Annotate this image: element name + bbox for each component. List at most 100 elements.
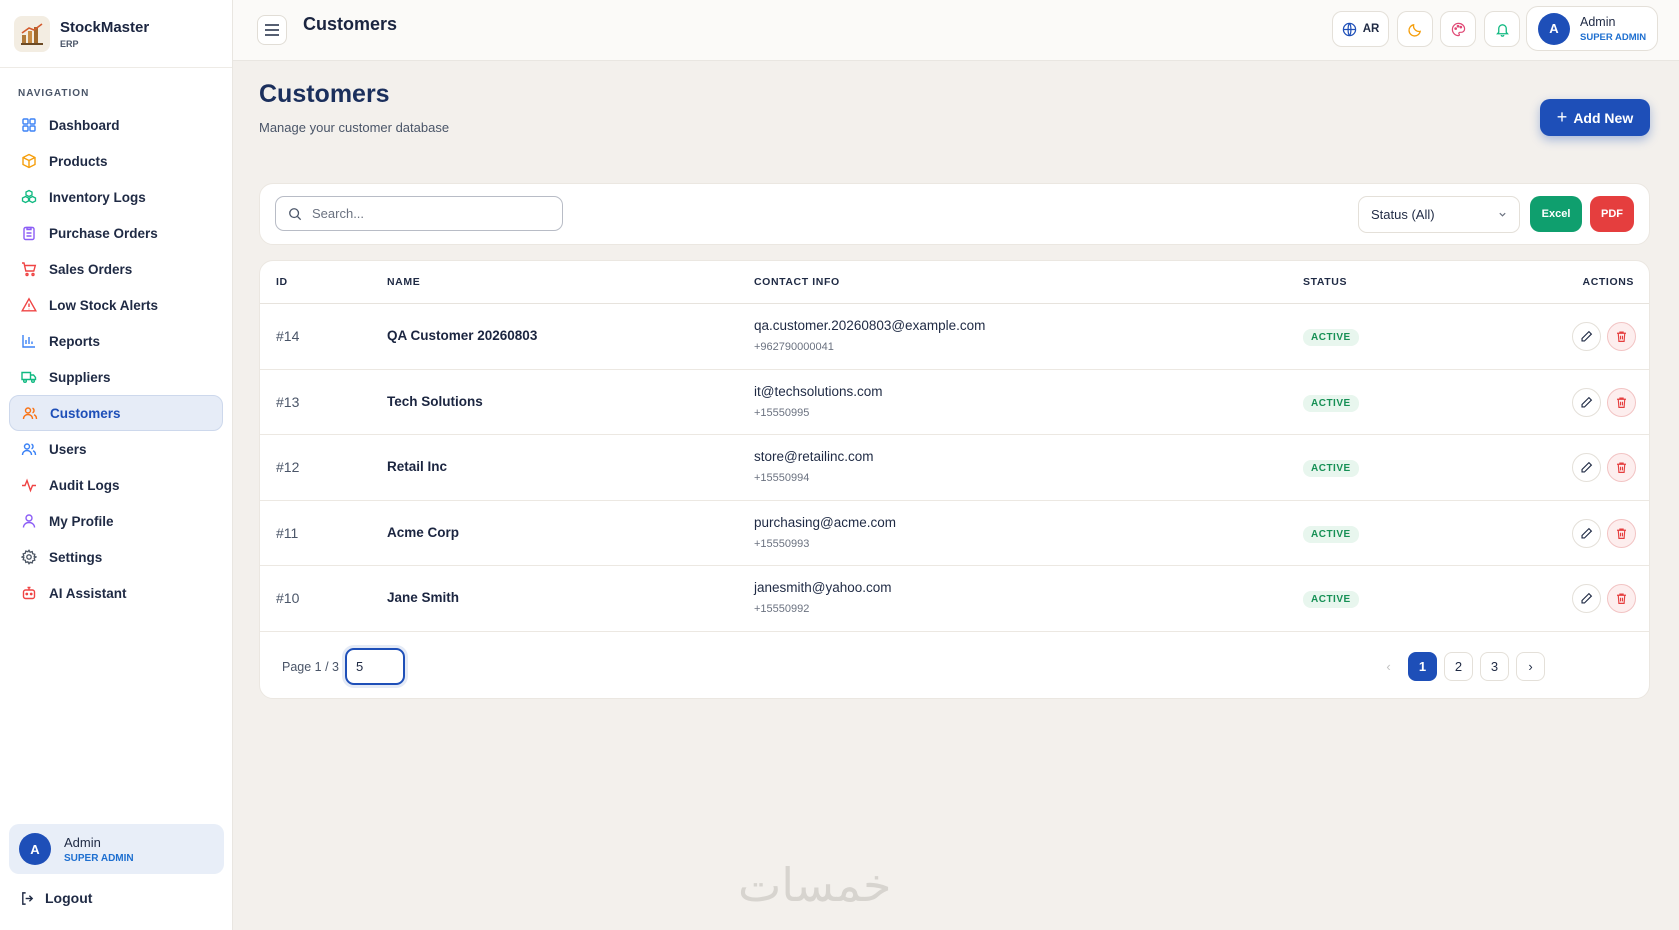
customer-id: #11 <box>276 524 299 541</box>
sidebar-item-purchase-orders[interactable]: Purchase Orders <box>9 215 223 251</box>
edit-button[interactable] <box>1572 322 1601 351</box>
language-button[interactable]: AR <box>1332 11 1389 47</box>
cart-icon <box>21 261 37 277</box>
sidebar-item-label: Users <box>49 441 87 457</box>
notifications-button[interactable] <box>1484 11 1520 47</box>
sidebar-item-products[interactable]: Products <box>9 143 223 179</box>
status-filter-select[interactable]: Status (All) <box>1358 196 1520 233</box>
table-header: ID NAME CONTACT INFO STATUS ACTIONS <box>260 261 1649 304</box>
customer-email: janesmith@yahoo.com <box>754 580 892 595</box>
edit-button[interactable] <box>1572 453 1601 482</box>
page-info: Page 1 / 3 <box>282 660 339 674</box>
search-input[interactable] <box>312 206 542 221</box>
delete-button[interactable] <box>1607 322 1636 351</box>
customer-phone: +15550994 <box>754 472 810 484</box>
customer-email: purchasing@acme.com <box>754 514 897 530</box>
customer-phone: +15550992 <box>754 603 810 615</box>
sidebar-item-label: Settings <box>49 549 103 565</box>
customer-name: Acme Corp <box>387 524 460 540</box>
sidebar-item-label: My Profile <box>49 513 114 529</box>
per-page-input[interactable]: 5 <box>345 648 405 685</box>
customer-name: Jane Smith <box>387 590 460 605</box>
sidebar-item-my-profile[interactable]: My Profile <box>9 503 223 539</box>
topbar-user-name: Admin <box>1580 14 1616 29</box>
sidebar-item-label: Suppliers <box>49 369 111 385</box>
sidebar-item-users[interactable]: Users <box>9 431 223 467</box>
customer-id: #10 <box>276 590 300 606</box>
theme-toggle-button[interactable] <box>1397 11 1433 47</box>
table-row: #14 QA Customer 20260803 qa.customer.202… <box>260 304 1649 370</box>
sidebar-item-settings[interactable]: Settings <box>9 539 223 575</box>
bell-icon <box>1495 22 1510 37</box>
users-icon <box>21 441 37 457</box>
column-header-contact[interactable]: CONTACT INFO <box>754 276 840 288</box>
brand[interactable]: StockMaster ERP <box>0 0 232 68</box>
palette-icon <box>1451 22 1466 37</box>
customer-name: QA Customer 20260803 <box>387 328 538 343</box>
sidebar-item-inventory-logs[interactable]: Inventory Logs <box>9 179 223 215</box>
palette-button[interactable] <box>1440 11 1476 47</box>
grid-icon <box>21 117 37 133</box>
pencil-icon <box>1580 396 1593 409</box>
sidebar-item-dashboard[interactable]: Dashboard <box>9 107 223 143</box>
logout-label: Logout <box>45 890 93 906</box>
delete-button[interactable] <box>1607 518 1636 548</box>
sidebar-item-low-stock-alerts[interactable]: Low Stock Alerts <box>9 287 223 323</box>
delete-button[interactable] <box>1607 453 1636 482</box>
language-label: AR <box>1362 23 1380 35</box>
search-icon <box>288 207 302 221</box>
status-badge: ACTIVE <box>1303 591 1359 608</box>
pencil-icon <box>1580 330 1593 343</box>
sidebar-item-sales-orders[interactable]: Sales Orders <box>9 251 223 287</box>
edit-button[interactable] <box>1572 518 1601 548</box>
page-title: Customers <box>259 80 390 108</box>
sidebar-user-card[interactable]: A Admin SUPER ADMIN <box>9 824 224 874</box>
sidebar-item-reports[interactable]: Reports <box>9 323 223 359</box>
column-header-actions: ACTIONS <box>1582 276 1634 288</box>
sidebar-item-ai-assistant[interactable]: AI Assistant <box>9 575 223 611</box>
status-badge: ACTIVE <box>1303 525 1359 543</box>
gear-icon <box>21 549 37 565</box>
box-icon <box>21 153 37 169</box>
robot-icon <box>21 585 37 601</box>
edit-button[interactable] <box>1572 387 1601 417</box>
sidebar-item-suppliers[interactable]: Suppliers <box>9 359 223 395</box>
search-box[interactable] <box>275 196 563 231</box>
column-header-id[interactable]: ID <box>276 276 288 288</box>
export-pdf-button[interactable]: PDF <box>1590 196 1634 232</box>
filter-bar: Status (All) Excel PDF <box>259 183 1650 245</box>
export-excel-button[interactable]: Excel <box>1530 196 1582 232</box>
page-button-2[interactable]: 2 <box>1444 652 1473 681</box>
status-badge: ACTIVE <box>1303 460 1359 477</box>
sidebar-item-audit-logs[interactable]: Audit Logs <box>9 467 223 503</box>
sidebar-item-label: Dashboard <box>49 117 120 133</box>
activity-icon <box>21 477 37 493</box>
add-new-button[interactable]: + Add New <box>1540 99 1650 136</box>
sidebar-item-customers[interactable]: Customers <box>9 395 223 431</box>
customer-name: Retail Inc <box>387 459 448 474</box>
topbar-user-role: SUPER ADMIN <box>1580 31 1647 43</box>
topbar-user-menu[interactable]: A Admin SUPER ADMIN <box>1526 6 1658 51</box>
menu-toggle-button[interactable] <box>257 15 287 45</box>
column-header-status[interactable]: STATUS <box>1303 276 1347 288</box>
logout-button[interactable]: Logout <box>20 890 92 906</box>
next-page-button[interactable]: › <box>1516 652 1545 681</box>
prev-page-button[interactable]: ‹ <box>1374 652 1403 681</box>
edit-button[interactable] <box>1572 584 1601 613</box>
customer-email: qa.customer.20260803@example.com <box>754 318 986 333</box>
pencil-icon <box>1580 592 1593 605</box>
column-header-name[interactable]: NAME <box>387 276 420 288</box>
avatar: A <box>19 833 51 865</box>
sidebar-item-label: Reports <box>49 333 101 349</box>
delete-button[interactable] <box>1607 584 1636 613</box>
page-button-3[interactable]: 3 <box>1480 652 1509 681</box>
nav-list: Dashboard Products Inventory Logs Purchase … <box>0 107 232 611</box>
brand-logo-icon <box>14 15 50 52</box>
sidebar-item-label: Purchase Orders <box>49 225 158 241</box>
page-button-1[interactable]: 1 <box>1408 652 1437 681</box>
delete-button[interactable] <box>1607 387 1636 417</box>
customer-id: #13 <box>276 393 300 410</box>
trash-icon <box>1615 527 1628 540</box>
sidebar-item-label: Inventory Logs <box>49 189 146 205</box>
bar-chart-icon <box>21 333 37 349</box>
